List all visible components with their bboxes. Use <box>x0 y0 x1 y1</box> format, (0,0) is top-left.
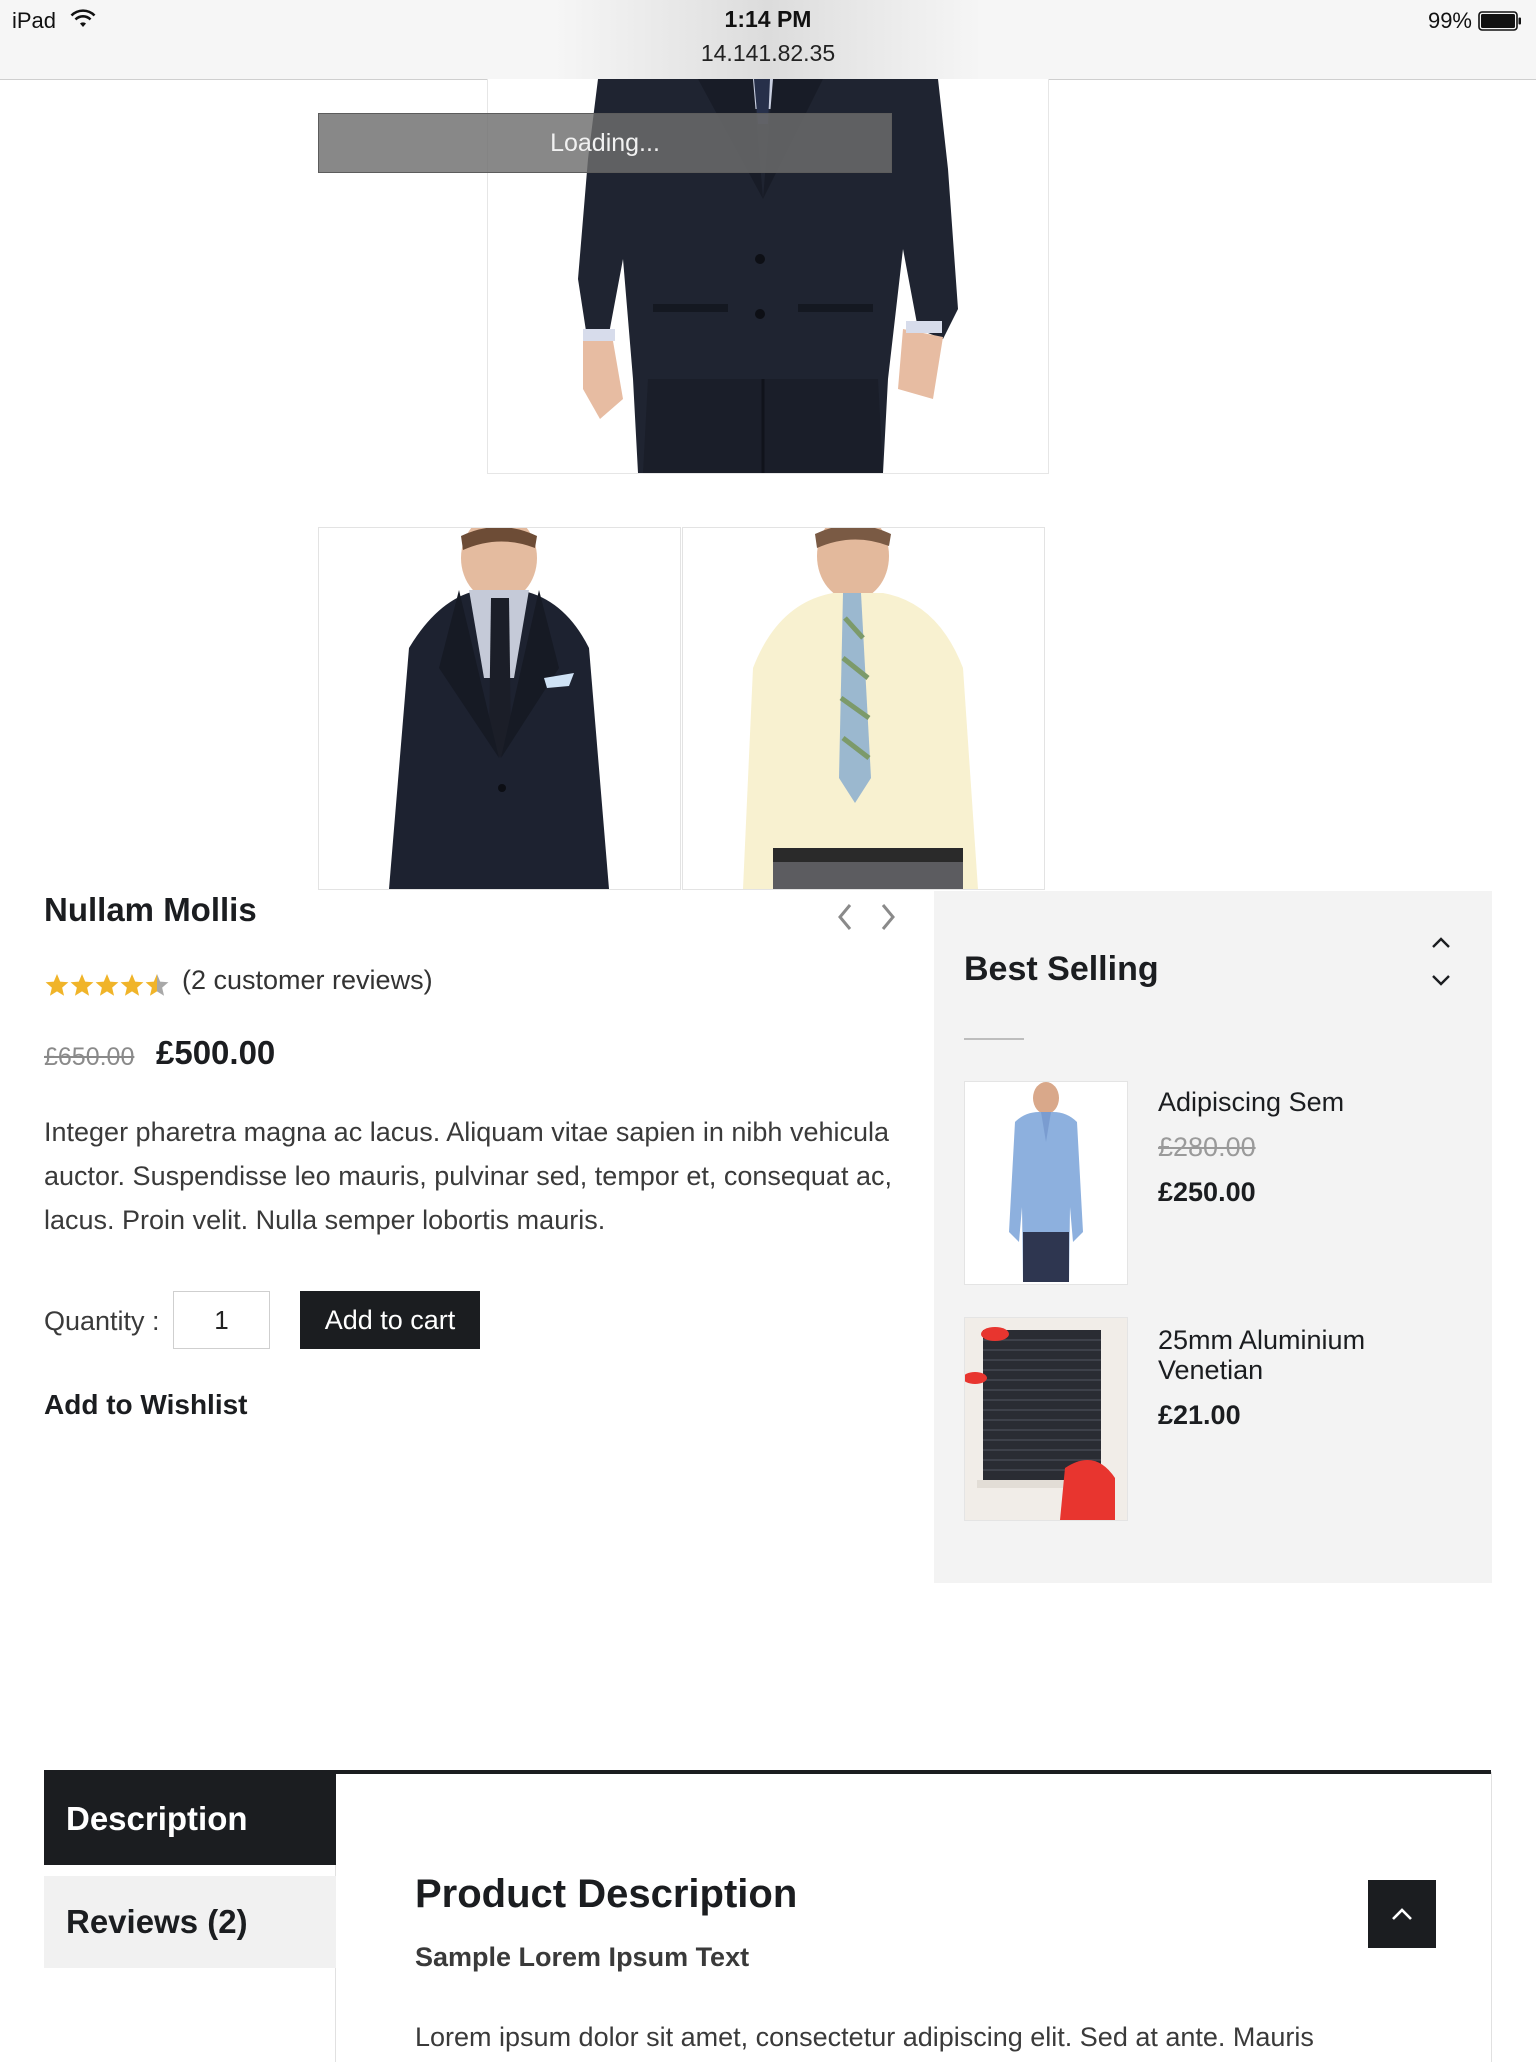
shirt-thumbnail-image <box>683 528 1044 889</box>
panel-title: Product Description <box>415 1872 798 1916</box>
best-selling-image-2[interactable] <box>964 1317 1128 1521</box>
product-title: Nullam Mollis <box>44 891 257 928</box>
suit-thumbnail-image <box>319 528 680 889</box>
tab-panel <box>335 1772 1492 2062</box>
title-divider <box>964 1038 1024 1040</box>
chevron-down-icon[interactable] <box>1430 972 1452 988</box>
star-icon <box>120 974 144 996</box>
review-count-link[interactable]: (2 customer reviews) <box>182 965 433 996</box>
panel-body: Lorem ipsum dolor sit amet, consectetur … <box>415 2022 1314 2052</box>
status-time: 1:14 PM <box>724 6 812 32</box>
add-to-wishlist-link[interactable]: Add to Wishlist <box>44 1389 248 1421</box>
tab-description[interactable]: Description <box>44 1772 336 1865</box>
chevron-up-icon[interactable] <box>1430 935 1452 951</box>
venetian-blind-image <box>965 1318 1127 1520</box>
best-selling-name-2[interactable]: 25mm Aluminium Venetian <box>1158 1325 1458 1385</box>
back-to-top-button[interactable] <box>1368 1880 1436 1948</box>
best-selling-image-1[interactable] <box>964 1081 1128 1285</box>
product-short-description: Integer pharetra magna ac lacus. Aliquam… <box>44 1117 892 1235</box>
current-price: £500.00 <box>156 1034 276 1071</box>
chevron-left-icon[interactable] <box>830 897 860 937</box>
chevron-right-icon[interactable] <box>873 897 903 937</box>
star-icon <box>145 974 169 996</box>
best-selling-name-1[interactable]: Adipiscing Sem <box>1158 1087 1458 1117</box>
old-price: £650.00 <box>44 1043 135 1071</box>
loading-overlay: Loading... <box>318 113 892 173</box>
panel-subtitle: Sample Lorem Ipsum Text <box>415 1942 750 1972</box>
tab-reviews[interactable]: Reviews (2) <box>44 1876 336 1968</box>
star-icon <box>70 974 94 996</box>
star-icon <box>45 974 69 996</box>
battery-percent: 99% <box>1427 8 1472 33</box>
thumbnail-shirt[interactable] <box>682 527 1045 890</box>
best-selling-old-price-1: £280.00 <box>1158 1132 1256 1162</box>
battery-icon <box>1478 11 1521 31</box>
best-selling-title: Best Selling <box>964 950 1159 988</box>
star-icon <box>95 974 119 996</box>
best-selling-price-2: £21.00 <box>1158 1400 1241 1430</box>
add-to-cart-button[interactable]: Add to cart <box>300 1291 480 1349</box>
thumbnail-suit[interactable] <box>318 527 681 890</box>
best-selling-price-1: £250.00 <box>1158 1177 1256 1207</box>
chevron-up-icon <box>1392 1908 1412 1920</box>
blue-shirt-image <box>965 1082 1127 1284</box>
address-url[interactable]: 14.141.82.35 <box>0 40 1536 67</box>
quantity-input[interactable] <box>173 1291 270 1349</box>
rating-stars <box>45 974 169 996</box>
quantity-label: Quantity : <box>44 1306 160 1336</box>
